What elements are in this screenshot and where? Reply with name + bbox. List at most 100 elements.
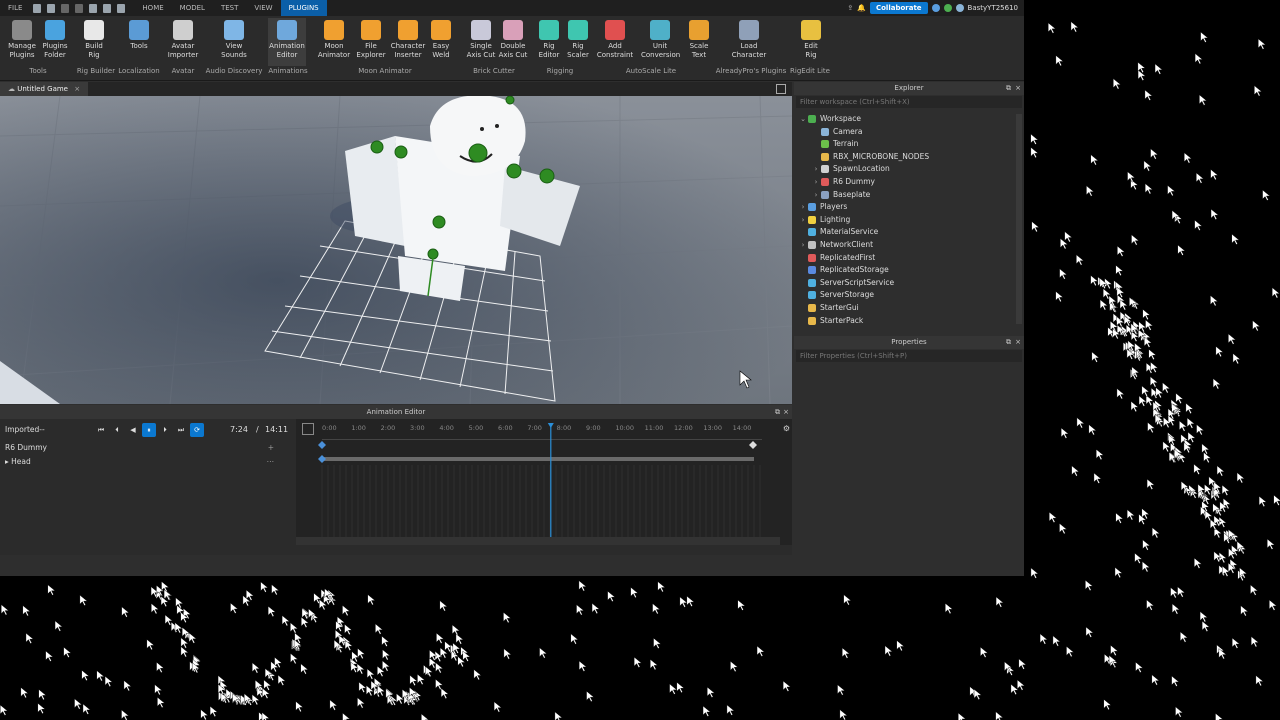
avatar[interactable] — [955, 4, 964, 12]
popout-icon[interactable]: ⧉ — [1006, 336, 1011, 349]
popout-icon[interactable]: ⧉ — [775, 405, 780, 419]
ribbon-button-7[interactable]: Moon Animator — [315, 18, 353, 66]
explorer-item[interactable]: › R6 Dummy — [794, 176, 1024, 189]
share-icon[interactable]: ⇪ — [847, 4, 853, 12]
ribbon-button-6[interactable]: Animation Editor — [268, 18, 306, 66]
ribbon-button-8[interactable]: File Explorer — [352, 18, 390, 66]
keyframe-summary-bar[interactable] — [322, 457, 754, 461]
explorer-item[interactable]: StarterPack — [794, 315, 1024, 328]
ribbon-button-3[interactable]: Tools — [120, 18, 158, 66]
explorer-item[interactable]: Terrain — [794, 138, 1024, 151]
ribbon-button-5[interactable]: View Sounds — [215, 18, 253, 66]
ribbon-button-15[interactable]: Add Constraint — [596, 18, 634, 66]
binoculars-icon[interactable] — [117, 3, 126, 13]
timeline-scrollbar[interactable] — [296, 537, 780, 545]
tab-plugins[interactable]: PLUGINS — [280, 0, 327, 16]
tab-model[interactable]: MODEL — [172, 0, 213, 16]
close-icon[interactable]: × — [1015, 82, 1021, 95]
close-icon[interactable]: × — [1015, 336, 1021, 349]
ribbon-button-4[interactable]: Avatar Importer — [164, 18, 202, 66]
cursor-icon — [973, 688, 982, 700]
explorer-item[interactable]: › Lighting — [794, 214, 1024, 227]
ribbon-button-14[interactable]: Rig Scaler — [559, 18, 597, 66]
explorer-item[interactable]: RBX_MICROBONE_NODES — [794, 151, 1024, 164]
cursor-icon — [1236, 540, 1245, 553]
keyframe-end[interactable] — [749, 441, 757, 449]
3d-viewport[interactable] — [0, 96, 792, 404]
explorer-item[interactable]: ServerStorage — [794, 289, 1024, 302]
ribbon-button-19[interactable]: Edit Rig — [792, 18, 830, 66]
redo-icon[interactable] — [75, 3, 84, 13]
ribbon-button-16[interactable]: Unit Conversion — [641, 18, 680, 66]
help-icon[interactable] — [931, 4, 940, 12]
ribbon-button-2[interactable]: Build Rig — [75, 18, 113, 66]
popout-icon[interactable]: ⧉ — [1006, 82, 1011, 95]
chevron-right-icon[interactable]: › — [811, 176, 821, 189]
instance-icon — [808, 278, 816, 287]
maximize-icon[interactable] — [776, 84, 786, 94]
explorer-item[interactable]: › NetworkClient — [794, 239, 1024, 252]
chevron-right-icon[interactable]: › — [798, 201, 808, 214]
explorer-item[interactable]: Camera — [794, 126, 1024, 139]
explorer-item[interactable]: › Baseplate — [794, 189, 1024, 202]
more-icon[interactable]: ⋯ — [267, 455, 275, 469]
new-file-icon[interactable] — [33, 3, 42, 13]
tab-home[interactable]: HOME — [134, 0, 171, 16]
explorer-item[interactable]: ReplicatedStorage — [794, 264, 1024, 277]
animation-name-dropdown[interactable]: Imported-- — [5, 425, 45, 434]
ribbon-button-12[interactable]: Double Axis Cut — [494, 18, 532, 66]
current-time-input[interactable]: 7:24 — [230, 425, 248, 434]
chevron-right-icon[interactable]: › — [798, 214, 808, 227]
explorer-item[interactable]: › SpawnLocation — [794, 163, 1024, 176]
open-file-icon[interactable] — [47, 3, 56, 13]
play-backward-icon[interactable]: ◀ — [126, 423, 140, 437]
add-icon[interactable] — [89, 3, 98, 13]
timeline-tracks[interactable] — [296, 419, 792, 545]
toolbox-icon[interactable] — [103, 3, 112, 13]
explorer-item-label: Workspace — [820, 114, 861, 123]
ribbon-button-10[interactable]: Easy Weld — [422, 18, 460, 66]
close-icon[interactable]: × — [74, 85, 80, 93]
ribbon-button-17[interactable]: Scale Text — [680, 18, 718, 66]
end-time-input[interactable]: 14:11 — [265, 425, 288, 434]
explorer-item[interactable]: StarterGui — [794, 302, 1024, 315]
loop-icon[interactable]: ⟳ — [190, 423, 204, 437]
chevron-right-icon[interactable]: › — [798, 239, 808, 252]
tab-test[interactable]: TEST — [213, 0, 246, 16]
tab-view[interactable]: VIEW — [246, 0, 280, 16]
ribbon-button-18[interactable]: Load Character — [730, 18, 768, 66]
chevron-down-icon[interactable]: ⌄ — [798, 113, 808, 126]
explorer-item[interactable]: ServerScriptService — [794, 277, 1024, 290]
explorer-item[interactable]: ReplicatedFirst — [794, 252, 1024, 265]
explorer-item[interactable]: MaterialService — [794, 226, 1024, 239]
tab-file[interactable]: FILE — [0, 0, 30, 16]
close-icon[interactable]: × — [783, 405, 789, 419]
track-row[interactable]: ▸ Head ⋯ — [0, 455, 280, 469]
cursor-icon — [319, 599, 328, 611]
add-track-icon[interactable]: + — [268, 441, 274, 455]
explorer-item-label: Baseplate — [833, 189, 871, 199]
keyframe-start[interactable] — [318, 455, 326, 463]
previous-keyframe-icon[interactable]: ⏴ — [110, 423, 124, 437]
tab-untitled-game[interactable]: ☁ Untitled Game × — [0, 82, 89, 96]
properties-filter-input[interactable]: Filter Properties (Ctrl+Shift+P) — [796, 350, 1022, 362]
explorer-item[interactable]: › Players — [794, 201, 1024, 214]
notification-bell-icon[interactable]: 🔔 — [857, 4, 866, 12]
ribbon-button-1[interactable]: Plugins Folder — [36, 18, 74, 66]
explorer-filter-input[interactable]: Filter workspace (Ctrl+Shift+X) — [796, 96, 1022, 108]
explorer-scrollbar[interactable] — [1016, 114, 1022, 324]
undo-icon[interactable] — [61, 3, 70, 13]
keyframe-start-rig[interactable] — [318, 441, 326, 449]
skip-to-start-icon[interactable]: ⏮ — [94, 423, 108, 437]
explorer-item[interactable]: ⌄ Workspace — [794, 113, 1024, 126]
pause-icon[interactable]: ⏸ — [142, 423, 156, 437]
playhead-handle[interactable] — [547, 423, 554, 428]
timeline[interactable]: 0:00 1:00 2:00 3:00 4:00 5:00 6:00 7:00 8:00 9:00… — [296, 419, 792, 545]
chevron-right-icon[interactable]: › — [811, 189, 821, 202]
skip-to-end-icon[interactable]: ⏭ — [174, 423, 188, 437]
status-icon[interactable] — [943, 4, 952, 12]
collaborate-button[interactable]: Collaborate — [869, 2, 928, 14]
chevron-right-icon[interactable]: › — [811, 163, 821, 176]
next-keyframe-icon[interactable]: ⏵ — [158, 423, 172, 437]
username-label[interactable]: BastyYT25610 — [968, 4, 1018, 12]
